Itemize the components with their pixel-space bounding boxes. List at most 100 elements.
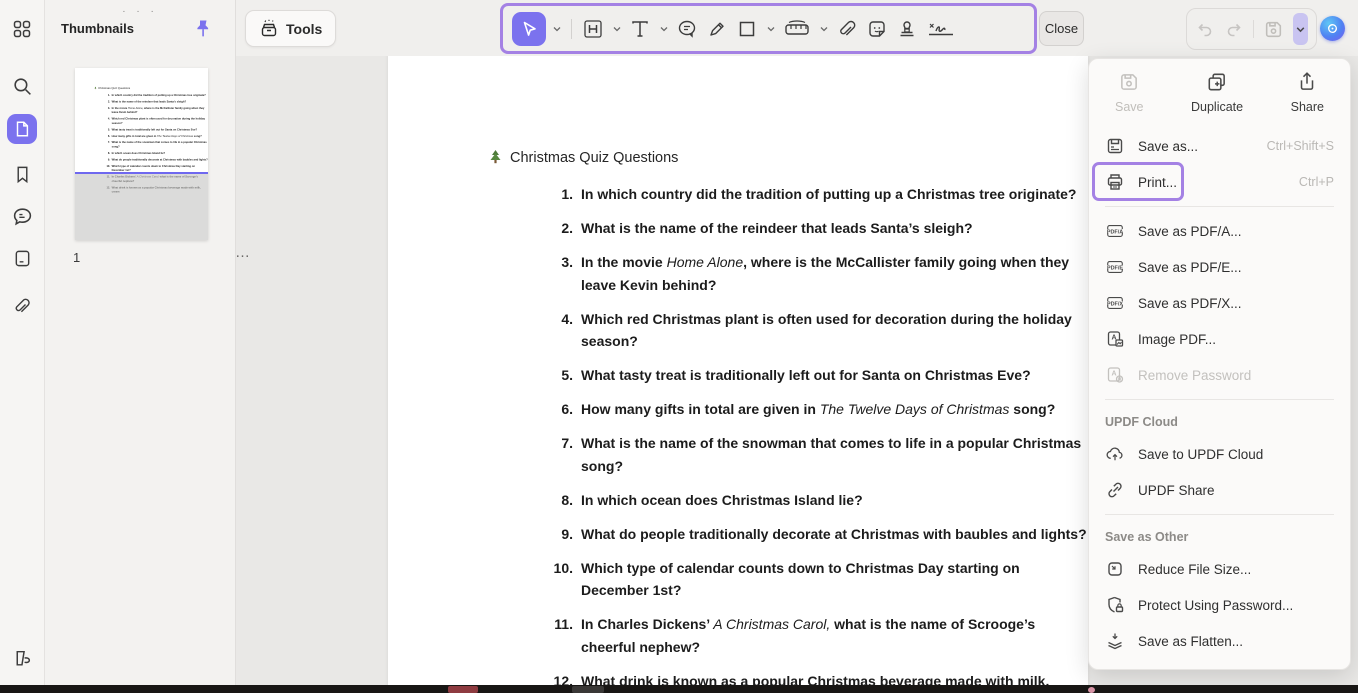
menu-item-label: Save as PDF/X... [1138,296,1334,311]
question-row: 10.Which type of calendar counts down to… [547,557,1088,602]
top-toolbar: Tools [236,0,1358,56]
pushpin-icon[interactable] [193,18,213,40]
menu-item-label: Save as PDF/E... [1138,260,1334,275]
cloud-upload-icon [1105,444,1125,464]
menu-item-image-pdf[interactable]: A Image PDF... [1089,321,1350,357]
quick-actions-row: Save Duplicate Share [1089,71,1350,114]
document-title-row: Christmas Quiz Questions [489,150,1088,166]
menu-item-save-as-pdfa[interactable]: PDF/A Save as PDF/A... [1089,213,1350,249]
heading-icon[interactable] [580,16,606,42]
notes-icon[interactable] [10,246,34,270]
taskbar-app-grey [572,686,604,693]
tools-button[interactable]: Tools [245,10,336,47]
printer-icon [1105,172,1125,192]
shape-dropdown-chevron-icon[interactable] [764,16,777,42]
icon-rail [0,0,45,685]
menu-separator [1105,399,1334,400]
menu-item-label: UPDF Share [1138,483,1334,498]
toolbox-icon [259,19,279,39]
menu-item-label: Image PDF... [1138,332,1334,347]
updf-ai-icon[interactable] [1320,16,1345,41]
redo-icon[interactable] [1224,19,1244,39]
svg-text:PDF/X: PDF/X [1107,301,1123,307]
page-thumbnail[interactable]: Christmas Quiz Questions 1.In which coun… [75,68,208,240]
link-icon [1105,480,1125,500]
duplicate-icon [1206,71,1228,93]
thumbnail-viewport-box [75,68,208,174]
paperclip-icon[interactable] [834,16,860,42]
taskbar-app-pink [1088,687,1095,693]
signature-icon[interactable] [924,16,958,42]
flatten-layers-icon [1105,631,1125,651]
menu-item-label: Save as... [1138,139,1267,154]
highlighter-icon[interactable] [704,16,730,42]
annotation-toolbar-highlight-frame [500,3,1037,54]
menu-section-updf-cloud: UPDF Cloud [1089,406,1350,436]
bookmark-icon[interactable] [10,162,34,186]
pdfa-badge-icon: PDF/A [1105,221,1125,241]
menu-item-save-as-pdfe[interactable]: PDF/E Save as PDF/E... [1089,249,1350,285]
apps-grid-icon[interactable] [10,17,34,41]
thumbnail-more-button[interactable]: … [235,244,251,261]
menu-item-save-as-pdfx[interactable]: PDF/X Save as PDF/X... [1089,285,1350,321]
menu-item-updf-share[interactable]: UPDF Share [1089,472,1350,508]
menu-item-protect-using-password[interactable]: Protect Using Password... [1089,587,1350,623]
question-row: 7.What is the name of the snowman that c… [547,432,1088,477]
save-options-menu: Save Duplicate Share Save as... Ctrl+Shi… [1088,58,1351,670]
panel-drag-handle[interactable]: · · · [122,6,158,17]
document-title: Christmas Quiz Questions [510,150,678,166]
menu-item-reduce-file-size[interactable]: Reduce File Size... [1089,551,1350,587]
comment-bubble-icon[interactable] [674,16,700,42]
close-button[interactable]: Close [1039,11,1084,46]
menu-item-label: Duplicate [1191,100,1243,114]
sticker-icon[interactable] [864,16,890,42]
stamp-icon[interactable] [894,16,920,42]
taskbar-app-red [448,686,478,693]
menu-item-remove-password[interactable]: A Remove Password [1089,357,1350,393]
pointer-dropdown-chevron-icon[interactable] [550,16,563,42]
close-label: Close [1045,21,1078,36]
image-pdf-icon: A [1105,329,1125,349]
menu-item-label: Save as PDF/A... [1138,224,1334,239]
thumbnail-dim-overlay [75,172,208,240]
heading-dropdown-chevron-icon[interactable] [610,16,623,42]
text-dropdown-chevron-icon[interactable] [657,16,670,42]
attachment-icon[interactable] [10,294,34,318]
menu-item-label: Save to UPDF Cloud [1138,447,1334,462]
save-as-icon [1105,136,1125,156]
pdf-page[interactable]: Christmas Quiz Questions 1.In which coun… [388,52,1088,686]
text-icon[interactable] [627,16,653,42]
measure-dropdown-chevron-icon[interactable] [817,16,830,42]
comment-icon[interactable] [10,204,34,228]
menu-item-label: Protect Using Password... [1138,598,1334,613]
menu-item-label: Share [1291,100,1324,114]
tools-label: Tools [286,21,322,37]
undo-icon[interactable] [1195,19,1215,39]
os-taskbar[interactable] [0,685,1358,693]
history-save-group [1186,8,1317,50]
thumbnail-page-number: 1 [73,250,80,265]
ink-stamp-icon[interactable] [10,646,34,670]
menu-item-save-as[interactable]: Save as... Ctrl+Shift+S [1089,128,1350,164]
question-list: 1.In which country did the tradition of … [489,183,1088,686]
pdfe-badge-icon: PDF/E [1105,257,1125,277]
save-options-chevron-icon[interactable] [1293,13,1308,45]
menu-item-print[interactable]: Print... Ctrl+P [1089,164,1350,200]
question-row: 4.Which red Christmas plant is often use… [547,308,1088,353]
search-icon[interactable] [10,74,34,98]
menu-item-shortcut: Ctrl+Shift+S [1267,139,1334,153]
shape-square-icon[interactable] [734,16,760,42]
thumbnails-page-icon[interactable] [7,114,37,144]
menu-item-save-as-flatten[interactable]: Save as Flatten... [1089,623,1350,659]
menu-item-share[interactable]: Share [1291,71,1324,114]
remove-password-icon: A [1105,365,1125,385]
save-icon[interactable] [1263,19,1284,40]
pointer-icon[interactable] [512,12,546,46]
save-icon [1118,71,1140,93]
menu-separator [1105,514,1334,515]
menu-item-duplicate[interactable]: Duplicate [1191,71,1243,114]
question-row: 5.What tasty treat is traditionally left… [547,364,1088,387]
menu-item-save-to-updf-cloud[interactable]: Save to UPDF Cloud [1089,436,1350,472]
menu-item-save[interactable]: Save [1115,71,1144,114]
measure-ruler-icon[interactable] [781,16,813,42]
